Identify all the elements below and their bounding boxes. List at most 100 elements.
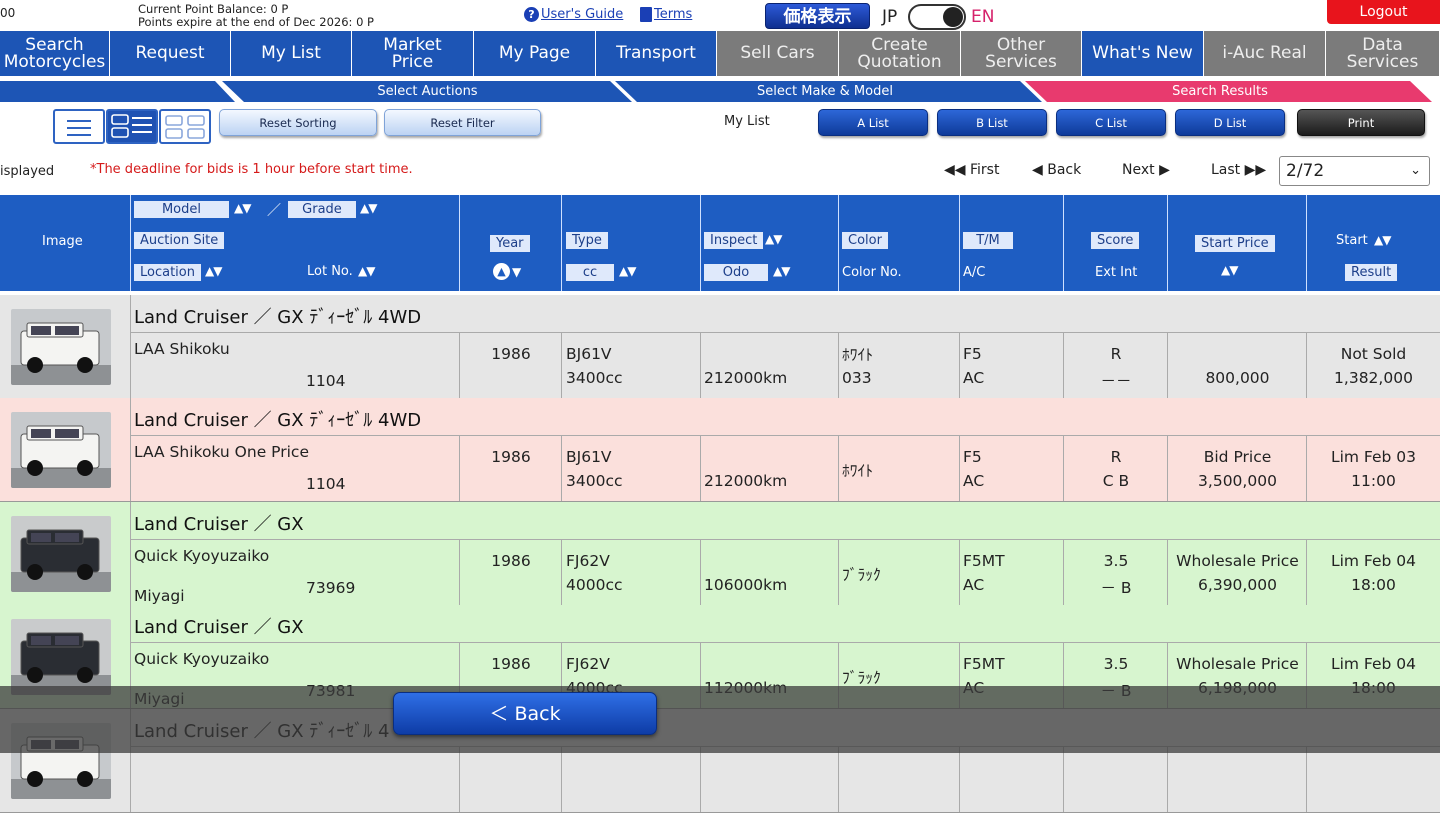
header-type[interactable]: Type <box>566 232 608 249</box>
nav-item-9[interactable]: What's New <box>1082 31 1204 76</box>
print-button[interactable]: Print <box>1297 109 1425 136</box>
car-thumbnail[interactable] <box>11 309 111 385</box>
car-thumbnail[interactable] <box>11 516 111 592</box>
nav-item-4[interactable]: My Page <box>474 31 596 76</box>
header-inspect-col: Inspect ▲▼ Odo ▲▼ <box>701 195 839 291</box>
language-toggle[interactable] <box>908 4 966 30</box>
column-divider <box>838 435 839 501</box>
price-label: Wholesale Price <box>1176 655 1299 673</box>
view-grid-button[interactable] <box>159 109 211 144</box>
header-cc[interactable]: cc <box>566 264 614 281</box>
header-model[interactable]: Model <box>134 201 229 218</box>
ext-int: C B <box>1102 472 1130 490</box>
auction-site: Quick Kyoyuzaiko <box>134 650 270 668</box>
reset-filter-button[interactable]: Reset Filter <box>384 109 541 136</box>
start-time: Not Sold <box>1340 345 1407 363</box>
pager-next[interactable]: Next ▶ <box>1122 162 1170 178</box>
lang-jp-label: JP <box>882 7 898 27</box>
row-title[interactable]: Land Cruiser ／ GX ﾃﾞｨｰｾﾞﾙ 4WD <box>134 303 421 329</box>
column-divider <box>1167 746 1168 812</box>
toggle-knob <box>943 7 963 27</box>
displayed-text: isplayed <box>0 164 55 179</box>
header-odo[interactable]: Odo <box>704 264 768 281</box>
sort-arrows-icon[interactable]: ▲▼ <box>619 264 636 278</box>
start-time: Lim Feb 04 <box>1330 552 1417 570</box>
back-button[interactable]: ＜ Back <box>393 692 657 735</box>
nav-item-0[interactable]: Search Motorcycles <box>0 31 110 76</box>
nav-item-10[interactable]: i-Auc Real <box>1204 31 1326 76</box>
header-color[interactable]: Color <box>842 232 888 249</box>
table-row[interactable]: Land Cruiser ／ GX ﾃﾞｨｰｾﾞﾙ 4WD LAA Shikoku… <box>0 295 1440 399</box>
header-grade[interactable]: Grade <box>288 201 356 218</box>
sort-arrows-icon[interactable]: ▲▼ <box>1221 263 1238 277</box>
view-list-button[interactable] <box>53 109 105 144</box>
terms-link[interactable]: Terms <box>640 7 692 22</box>
column-divider <box>459 435 460 501</box>
nav-item-5[interactable]: Transport <box>596 31 717 76</box>
header-inspect[interactable]: Inspect <box>704 232 764 249</box>
header-tm[interactable]: T/M <box>963 232 1013 249</box>
left-icon: ◀ <box>1032 162 1043 178</box>
table-row[interactable]: Land Cruiser ／ GX ﾃﾞｨｰｾﾞﾙ 4WD LAA Shikoku… <box>0 398 1440 502</box>
car-thumbnail[interactable] <box>11 619 111 695</box>
view-detail-list-button[interactable] <box>106 109 158 144</box>
header-year[interactable]: Year <box>490 235 530 252</box>
pager-first[interactable]: ◀◀ First <box>944 162 999 178</box>
car-thumbnail[interactable] <box>11 412 111 488</box>
start-price: 800,000 <box>1205 369 1270 387</box>
color-no: 033 <box>842 369 872 387</box>
score: R <box>1110 448 1122 466</box>
ac: AC <box>963 369 985 387</box>
header-location[interactable]: Location <box>134 264 201 281</box>
sort-arrows-icon[interactable]: ▲▼ <box>765 232 782 246</box>
sort-arrows-icon[interactable]: ▲▼ <box>234 201 251 215</box>
step-select-auctions[interactable]: Select Auctions <box>240 81 615 102</box>
row-title[interactable]: Land Cruiser ／ GX <box>134 510 304 536</box>
c-list-button[interactable]: C List <box>1056 109 1166 136</box>
step-select-make-model[interactable]: Select Make & Model <box>635 81 1015 102</box>
my-list-label: My List <box>724 114 770 129</box>
cc: 3400cc <box>566 369 623 387</box>
row-divider <box>130 332 1440 333</box>
sort-arrows-icon[interactable]: ▲▼ <box>773 264 790 278</box>
nav-item-8[interactable]: Other Services <box>961 31 1082 76</box>
reset-sorting-button[interactable]: Reset Sorting <box>219 109 377 136</box>
header-image: Image <box>42 234 83 249</box>
d-list-button[interactable]: D List <box>1175 109 1285 136</box>
header-start-price[interactable]: Start Price <box>1195 235 1275 252</box>
a-list-button[interactable]: A List <box>818 109 928 136</box>
pager-back[interactable]: ◀ Back <box>1032 162 1081 178</box>
header-auction-site[interactable]: Auction Site <box>134 232 225 249</box>
step-search-results: Search Results <box>1172 84 1268 99</box>
pager-last[interactable]: Last ▶▶ <box>1211 162 1266 178</box>
column-divider <box>1167 435 1168 501</box>
row-title[interactable]: Land Cruiser ／ GX ﾃﾞｨｰｾﾞﾙ 4WD <box>134 406 421 432</box>
page-select-value: 2/72 <box>1286 161 1325 181</box>
nav-item-2[interactable]: My List <box>231 31 352 76</box>
pager-first-label: First <box>970 162 1000 178</box>
header-result[interactable]: Result <box>1345 264 1398 281</box>
nav-item-3[interactable]: Market Price <box>352 31 474 76</box>
sort-arrows-icon[interactable]: ▲▼ <box>205 264 222 278</box>
users-guide-link[interactable]: ? User's Guide <box>524 7 623 22</box>
sort-arrows-icon[interactable]: ▲▼ <box>1374 233 1391 247</box>
logout-button[interactable]: Logout <box>1327 0 1440 24</box>
sort-arrows-icon[interactable]: ▲▼ <box>358 264 375 278</box>
column-divider <box>561 746 562 812</box>
table-row[interactable]: Land Cruiser ／ GX Quick Kyoyuzaiko Miyagi 7… <box>0 502 1440 606</box>
price-display-button[interactable]: 価格表示 <box>765 3 870 29</box>
sort-down-icon[interactable]: ▼ <box>512 265 521 279</box>
row-title[interactable]: Land Cruiser ／ GX <box>134 613 304 639</box>
nav-item-6[interactable]: Sell Cars <box>717 31 839 76</box>
page-select[interactable]: 2/72 ⌄ <box>1279 156 1430 186</box>
header-score[interactable]: Score <box>1091 232 1140 249</box>
sort-up-active-icon[interactable]: ▲ <box>493 263 510 280</box>
sort-arrows-icon[interactable]: ▲▼ <box>360 201 377 215</box>
nav-item-11[interactable]: Data Services <box>1326 31 1440 76</box>
nav-item-1[interactable]: Request <box>110 31 231 76</box>
b-list-button[interactable]: B List <box>937 109 1047 136</box>
nav-item-7[interactable]: Create Quotation <box>839 31 961 76</box>
auction-site: LAA Shikoku <box>134 340 230 358</box>
ext-int: －－ <box>1100 372 1132 390</box>
deadline-note: *The deadline for bids is 1 hour before … <box>90 162 413 177</box>
